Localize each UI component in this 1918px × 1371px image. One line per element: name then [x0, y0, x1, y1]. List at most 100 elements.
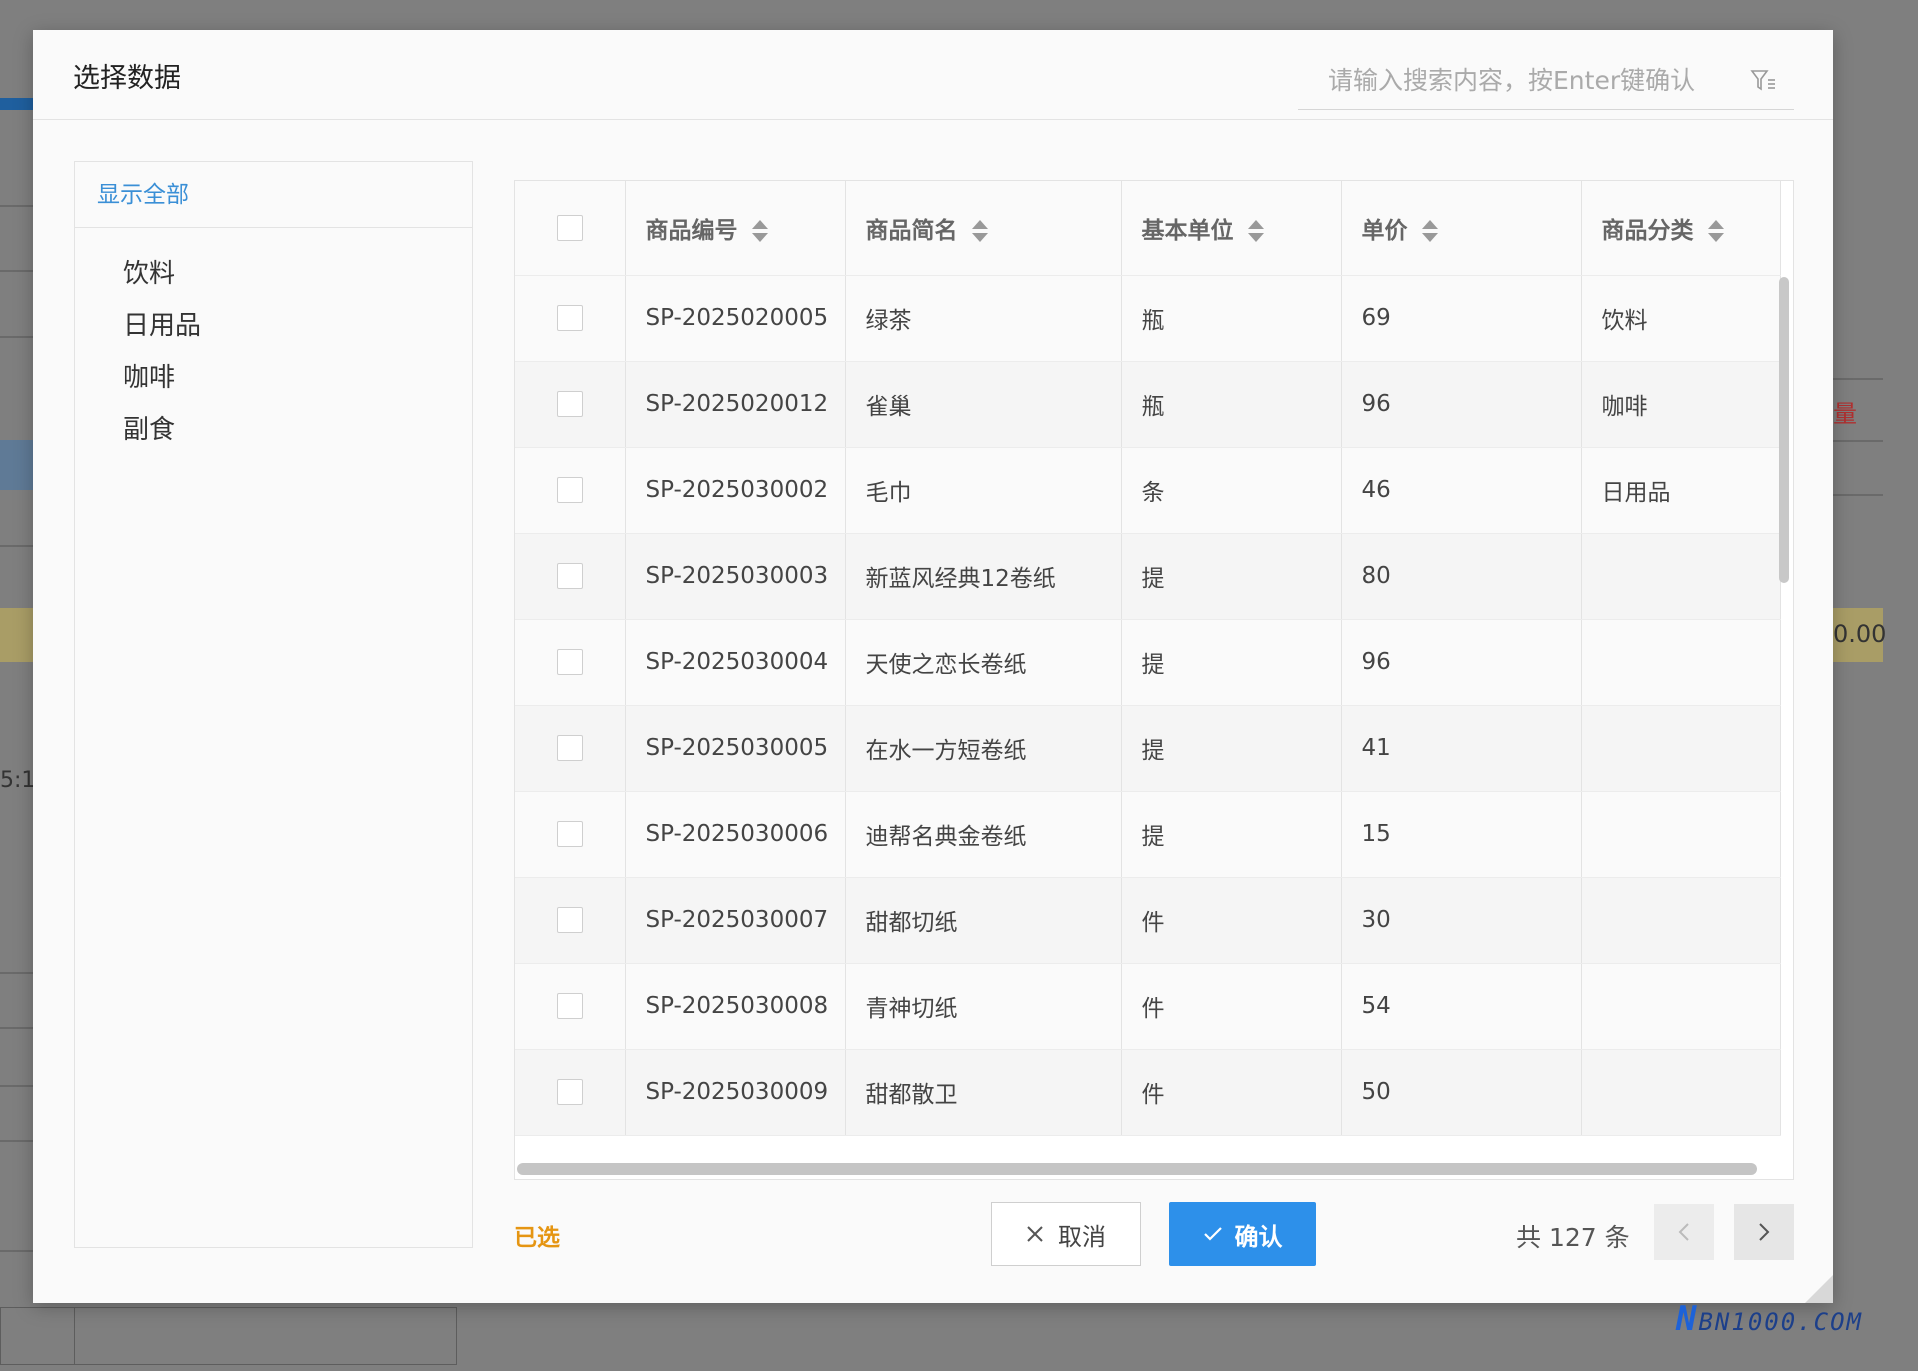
- column-header-label: 单价: [1361, 217, 1408, 244]
- column-header[interactable]: 基本单位: [1121, 181, 1342, 276]
- unit-cell: 瓶: [1121, 275, 1342, 362]
- unit-cell: 件: [1121, 877, 1342, 964]
- row-checkbox[interactable]: [556, 735, 583, 762]
- bg-value-fragment: 0.00: [1833, 620, 1887, 648]
- table-row[interactable]: SP-2025030005 在水一方短卷纸提 41: [515, 705, 1781, 792]
- vertical-scrollbar[interactable]: [1779, 277, 1789, 583]
- category-cell: [1581, 791, 1781, 878]
- unit-cell: 条: [1121, 447, 1342, 534]
- row-checkbox[interactable]: [556, 993, 583, 1020]
- price-cell: 69: [1341, 275, 1582, 362]
- header-checkbox-cell: [515, 181, 626, 276]
- watermark: NBN1000.COM: [1676, 1299, 1863, 1339]
- category-cell: [1581, 533, 1781, 620]
- row-checkbox-cell: [515, 1049, 626, 1136]
- total-count: 共 127 条: [1516, 1223, 1630, 1252]
- show-all-link[interactable]: 显示全部: [75, 162, 472, 228]
- column-header[interactable]: 商品简名: [845, 181, 1122, 276]
- sort-icon[interactable]: [751, 220, 768, 243]
- bg-divider: [1833, 440, 1883, 442]
- sort-icon[interactable]: [1247, 220, 1264, 243]
- bg-blue-bar: [0, 98, 36, 110]
- bg-divider: [0, 270, 36, 272]
- category-list: 饮料 日用品 咖啡 副食: [75, 228, 472, 456]
- cancel-button-label: 取消: [1058, 1222, 1106, 1251]
- product-code-cell: SP-2025030002: [625, 447, 846, 534]
- product-name-cell: 天使之恋长卷纸: [845, 619, 1122, 706]
- row-checkbox[interactable]: [556, 477, 583, 504]
- column-header[interactable]: 商品分类: [1581, 181, 1781, 276]
- unit-cell: 件: [1121, 963, 1342, 1050]
- table-row[interactable]: SP-2025030006 迪帮名典金卷纸提 15: [515, 791, 1781, 878]
- price-cell: 50: [1341, 1049, 1582, 1136]
- table-row[interactable]: SP-2025020012 雀巢瓶 96 咖啡: [515, 361, 1781, 448]
- product-name-cell: 绿茶: [845, 275, 1122, 362]
- row-checkbox[interactable]: [556, 1079, 583, 1106]
- product-code-cell: SP-2025030004: [625, 619, 846, 706]
- confirm-button-label: 确认: [1234, 1222, 1283, 1251]
- product-name-cell: 毛巾: [845, 447, 1122, 534]
- bg-yellow-row: [0, 608, 36, 662]
- selected-label[interactable]: 已选: [514, 1218, 560, 1252]
- column-header[interactable]: 商品编号: [625, 181, 846, 276]
- table-row[interactable]: SP-2025030007 甜都切纸件 30: [515, 877, 1781, 964]
- product-code-cell: SP-2025030005: [625, 705, 846, 792]
- bg-divider: [0, 1140, 36, 1142]
- product-name-cell: 青神切纸: [845, 963, 1122, 1050]
- select-all-checkbox[interactable]: [556, 215, 583, 241]
- confirm-button[interactable]: 确认: [1169, 1202, 1316, 1266]
- filter-icon[interactable]: [1750, 68, 1776, 94]
- unit-cell: 提: [1121, 533, 1342, 620]
- row-checkbox[interactable]: [556, 907, 583, 934]
- product-name-cell: 新蓝风经典12卷纸: [845, 533, 1122, 620]
- row-checkbox-cell: [515, 791, 626, 878]
- product-name-cell: 雀巢: [845, 361, 1122, 448]
- table-row[interactable]: SP-2025030002 毛巾条 46 日用品: [515, 447, 1781, 534]
- row-checkbox[interactable]: [556, 391, 583, 418]
- data-table: 商品编号 商品简名 基本单位 单价 商品分类 SP-2025020005 绿茶瓶 6…: [514, 180, 1794, 1180]
- column-header-label: 商品分类: [1601, 217, 1694, 244]
- row-checkbox[interactable]: [556, 649, 583, 676]
- product-name-cell: 迪帮名典金卷纸: [845, 791, 1122, 878]
- category-item[interactable]: 咖啡: [75, 352, 472, 404]
- sort-icon[interactable]: [1707, 220, 1724, 243]
- price-cell: 30: [1341, 877, 1582, 964]
- table-row[interactable]: SP-2025030009 甜都散卫件 50: [515, 1049, 1781, 1136]
- bg-divider: [1833, 378, 1883, 380]
- category-item[interactable]: 饮料: [75, 248, 472, 300]
- unit-cell: 件: [1121, 1049, 1342, 1136]
- sort-icon[interactable]: [971, 220, 988, 243]
- table-row[interactable]: SP-2025030008 青神切纸件 54: [515, 963, 1781, 1050]
- row-checkbox[interactable]: [556, 821, 583, 848]
- row-checkbox-cell: [515, 361, 626, 448]
- row-checkbox-cell: [515, 447, 626, 534]
- price-cell: 15: [1341, 791, 1582, 878]
- horizontal-scrollbar[interactable]: [517, 1163, 1757, 1175]
- bg-selected-row: [0, 440, 36, 490]
- row-checkbox-cell: [515, 877, 626, 964]
- price-cell: 96: [1341, 361, 1582, 448]
- prev-page-button[interactable]: [1654, 1204, 1714, 1260]
- table-row[interactable]: SP-2025030004 天使之恋长卷纸提 96: [515, 619, 1781, 706]
- table-row[interactable]: SP-2025030003 新蓝风经典12卷纸提 80: [515, 533, 1781, 620]
- column-header[interactable]: 单价: [1341, 181, 1582, 276]
- bg-cell: [0, 1307, 75, 1365]
- next-page-button[interactable]: [1734, 1204, 1794, 1260]
- row-checkbox[interactable]: [556, 305, 583, 332]
- category-cell: [1581, 705, 1781, 792]
- category-panel: 显示全部 饮料 日用品 咖啡 副食: [74, 161, 473, 1248]
- product-code-cell: SP-2025030007: [625, 877, 846, 964]
- product-code-cell: SP-2025030006: [625, 791, 846, 878]
- search-input[interactable]: [1298, 54, 1738, 106]
- price-cell: 41: [1341, 705, 1582, 792]
- column-header-label: 商品编号: [645, 217, 738, 244]
- table-header-row: 商品编号 商品简名 基本单位 单价 商品分类: [515, 181, 1781, 276]
- category-item[interactable]: 日用品: [75, 300, 472, 352]
- chevron-left-icon: [1678, 1223, 1689, 1241]
- row-checkbox[interactable]: [556, 563, 583, 590]
- table-row[interactable]: SP-2025020005 绿茶瓶 69 饮料: [515, 275, 1781, 362]
- cancel-button[interactable]: 取消: [991, 1202, 1141, 1266]
- bg-divider: [0, 205, 36, 207]
- category-item[interactable]: 副食: [75, 404, 472, 456]
- sort-icon[interactable]: [1421, 220, 1438, 243]
